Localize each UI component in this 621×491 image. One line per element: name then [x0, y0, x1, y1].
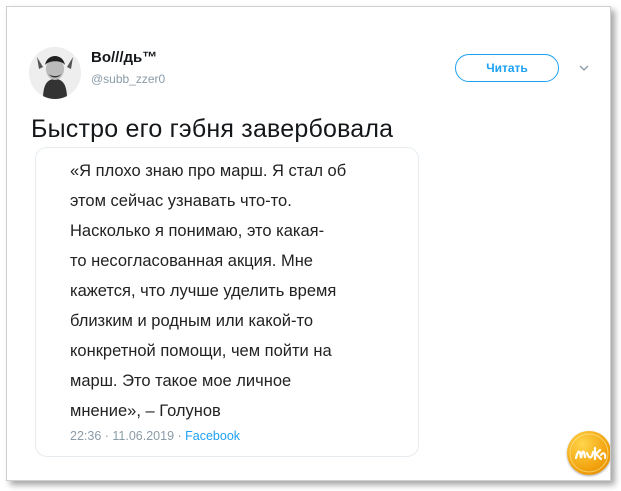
quote-timestamp: 22:36 · 11.06.2019 · Facebook — [70, 429, 240, 443]
tweet-screenshot-frame: Во///дь™ @subb_zzer0 Читать Быстро его г… — [6, 6, 611, 481]
author-name[interactable]: Во///дь™ — [91, 49, 157, 66]
avatar[interactable] — [29, 47, 81, 99]
quote-source-link[interactable]: Facebook — [185, 429, 240, 443]
quote-line: то несогласованная акция. Мне — [70, 252, 313, 270]
quote-line: марш. Это такое мое личное — [70, 372, 292, 390]
author-handle[interactable]: @subb_zzer0 — [91, 72, 165, 86]
quote-card[interactable]: «Я плохо знаю про марш. Я стал об этом с… — [35, 147, 419, 457]
follow-button[interactable]: Читать — [455, 54, 559, 82]
chevron-down-icon[interactable] — [579, 63, 589, 73]
quote-line: этом сейчас узнавать что-то. — [70, 192, 292, 210]
quote-line: кажется, что лучше уделить время — [70, 282, 337, 300]
quote-line: конкретной помощи, чем пойти на — [70, 342, 332, 360]
quote-line: мнение», – Голунов — [70, 402, 221, 420]
quote-date: 22:36 · 11.06.2019 · — [70, 429, 186, 443]
tweet-text: Быстро его гэбня завербовала — [31, 115, 394, 143]
quote-line: близким и родным или какой-то — [70, 312, 314, 330]
quote-line: Насколько я понимаю, это какая- — [70, 222, 325, 240]
quote-line: «Я плохо знаю про марш. Я стал об — [70, 162, 347, 180]
site-logo — [567, 431, 610, 475]
site-logo-icon — [569, 433, 609, 473]
avatar-portrait-icon — [29, 47, 81, 99]
